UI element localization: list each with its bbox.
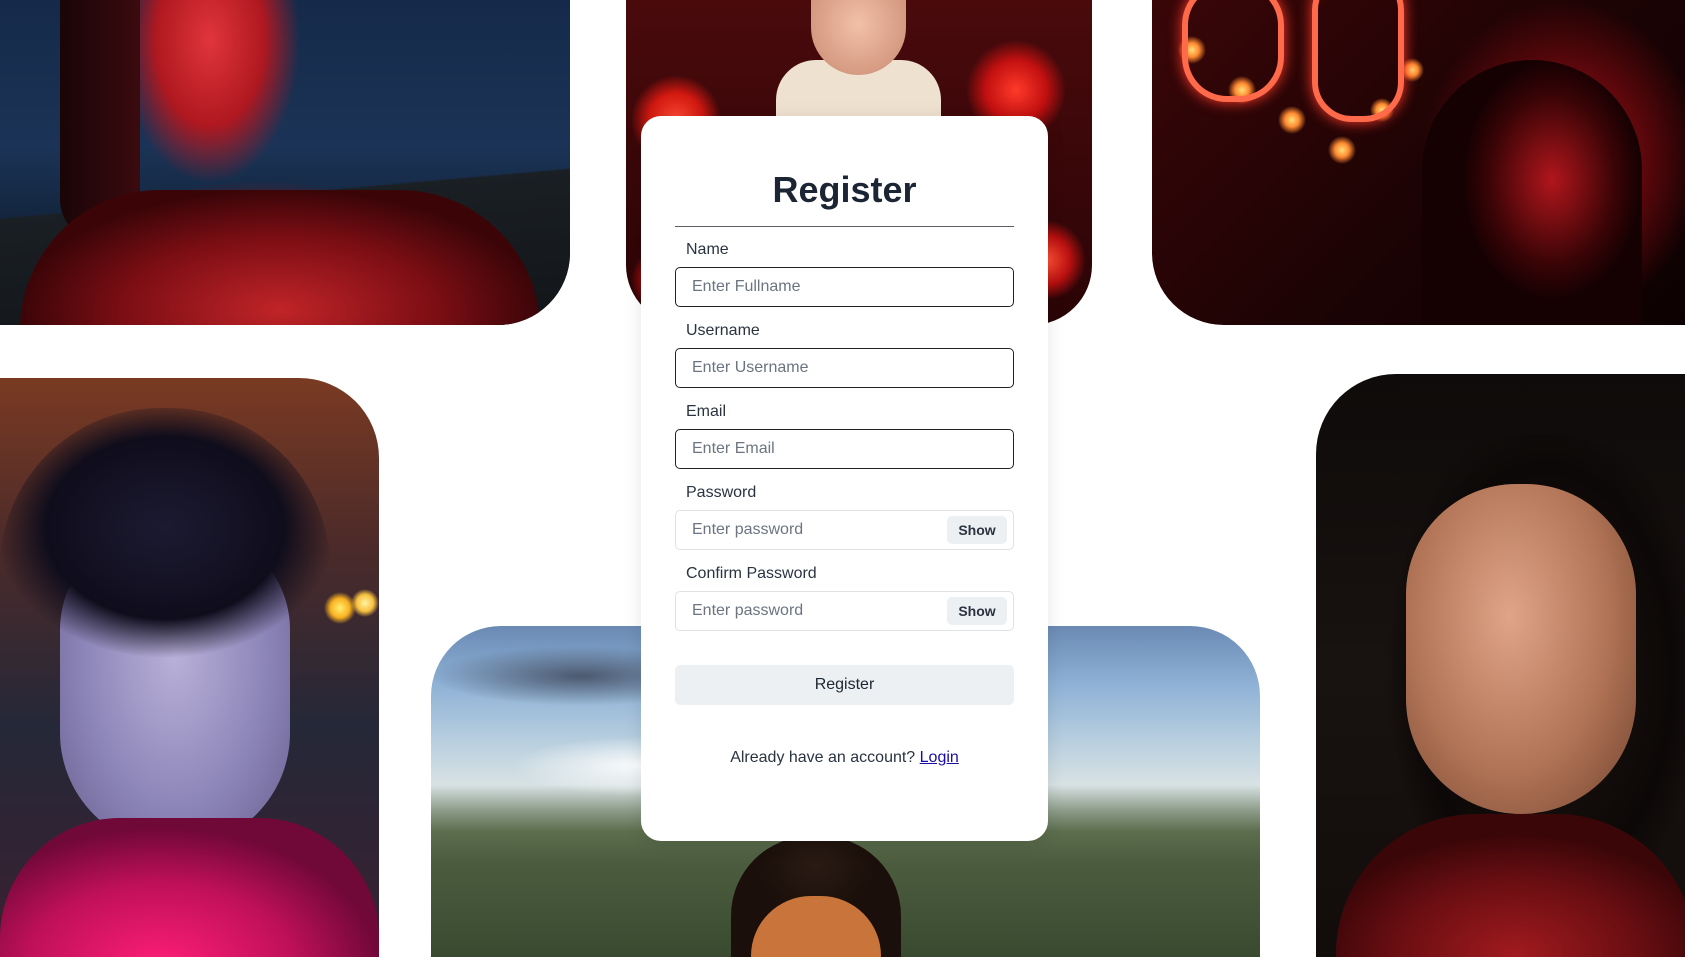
- register-card: Register Name Username Email Password Sh…: [641, 116, 1048, 841]
- username-field-group: Username: [675, 321, 1014, 388]
- photo-neon-letter: [1182, 0, 1284, 102]
- password-input[interactable]: [676, 511, 936, 549]
- show-password-button[interactable]: Show: [947, 516, 1007, 544]
- background-photo-curly-hair-portrait: [0, 378, 379, 957]
- photo-hair: [0, 408, 330, 658]
- password-label: Password: [686, 484, 757, 501]
- name-field-group: Name: [675, 240, 1014, 307]
- photo-sweater: [0, 818, 379, 957]
- confirm-password-input-wrapper: Show: [675, 591, 1014, 631]
- photo-face: [1406, 484, 1636, 814]
- username-label: Username: [686, 322, 760, 339]
- password-field-group: Password Show: [675, 483, 1014, 550]
- email-label: Email: [686, 403, 727, 420]
- show-confirm-password-button[interactable]: Show: [947, 597, 1007, 625]
- login-link[interactable]: Login: [920, 749, 959, 766]
- email-field-group: Email: [675, 402, 1014, 469]
- register-button[interactable]: Register: [675, 665, 1014, 705]
- email-input[interactable]: [675, 429, 1014, 469]
- confirm-password-label: Confirm Password: [686, 565, 817, 582]
- confirm-password-field-group: Confirm Password Show: [675, 564, 1014, 631]
- background-photo-neon-sign: [1152, 0, 1685, 325]
- login-prompt-text: Already have an account?: [730, 749, 916, 766]
- background-photo-red-portrait: [0, 0, 570, 325]
- photo-neon-letter: [1312, 0, 1404, 122]
- login-prompt-line: Already have an account? Login: [675, 749, 1014, 767]
- username-input[interactable]: [675, 348, 1014, 388]
- background-photo-dark-portrait: [1316, 374, 1685, 957]
- name-input[interactable]: [675, 267, 1014, 307]
- photo-hooded-figure: [1422, 60, 1642, 325]
- register-page: { "page": { "title": "Register" }, "form…: [0, 0, 1685, 957]
- photo-shirt: [20, 190, 540, 325]
- title-divider: [675, 226, 1014, 227]
- name-label: Name: [686, 241, 729, 258]
- confirm-password-input[interactable]: [676, 592, 936, 630]
- page-title: Register: [772, 169, 917, 210]
- password-input-wrapper: Show: [675, 510, 1014, 550]
